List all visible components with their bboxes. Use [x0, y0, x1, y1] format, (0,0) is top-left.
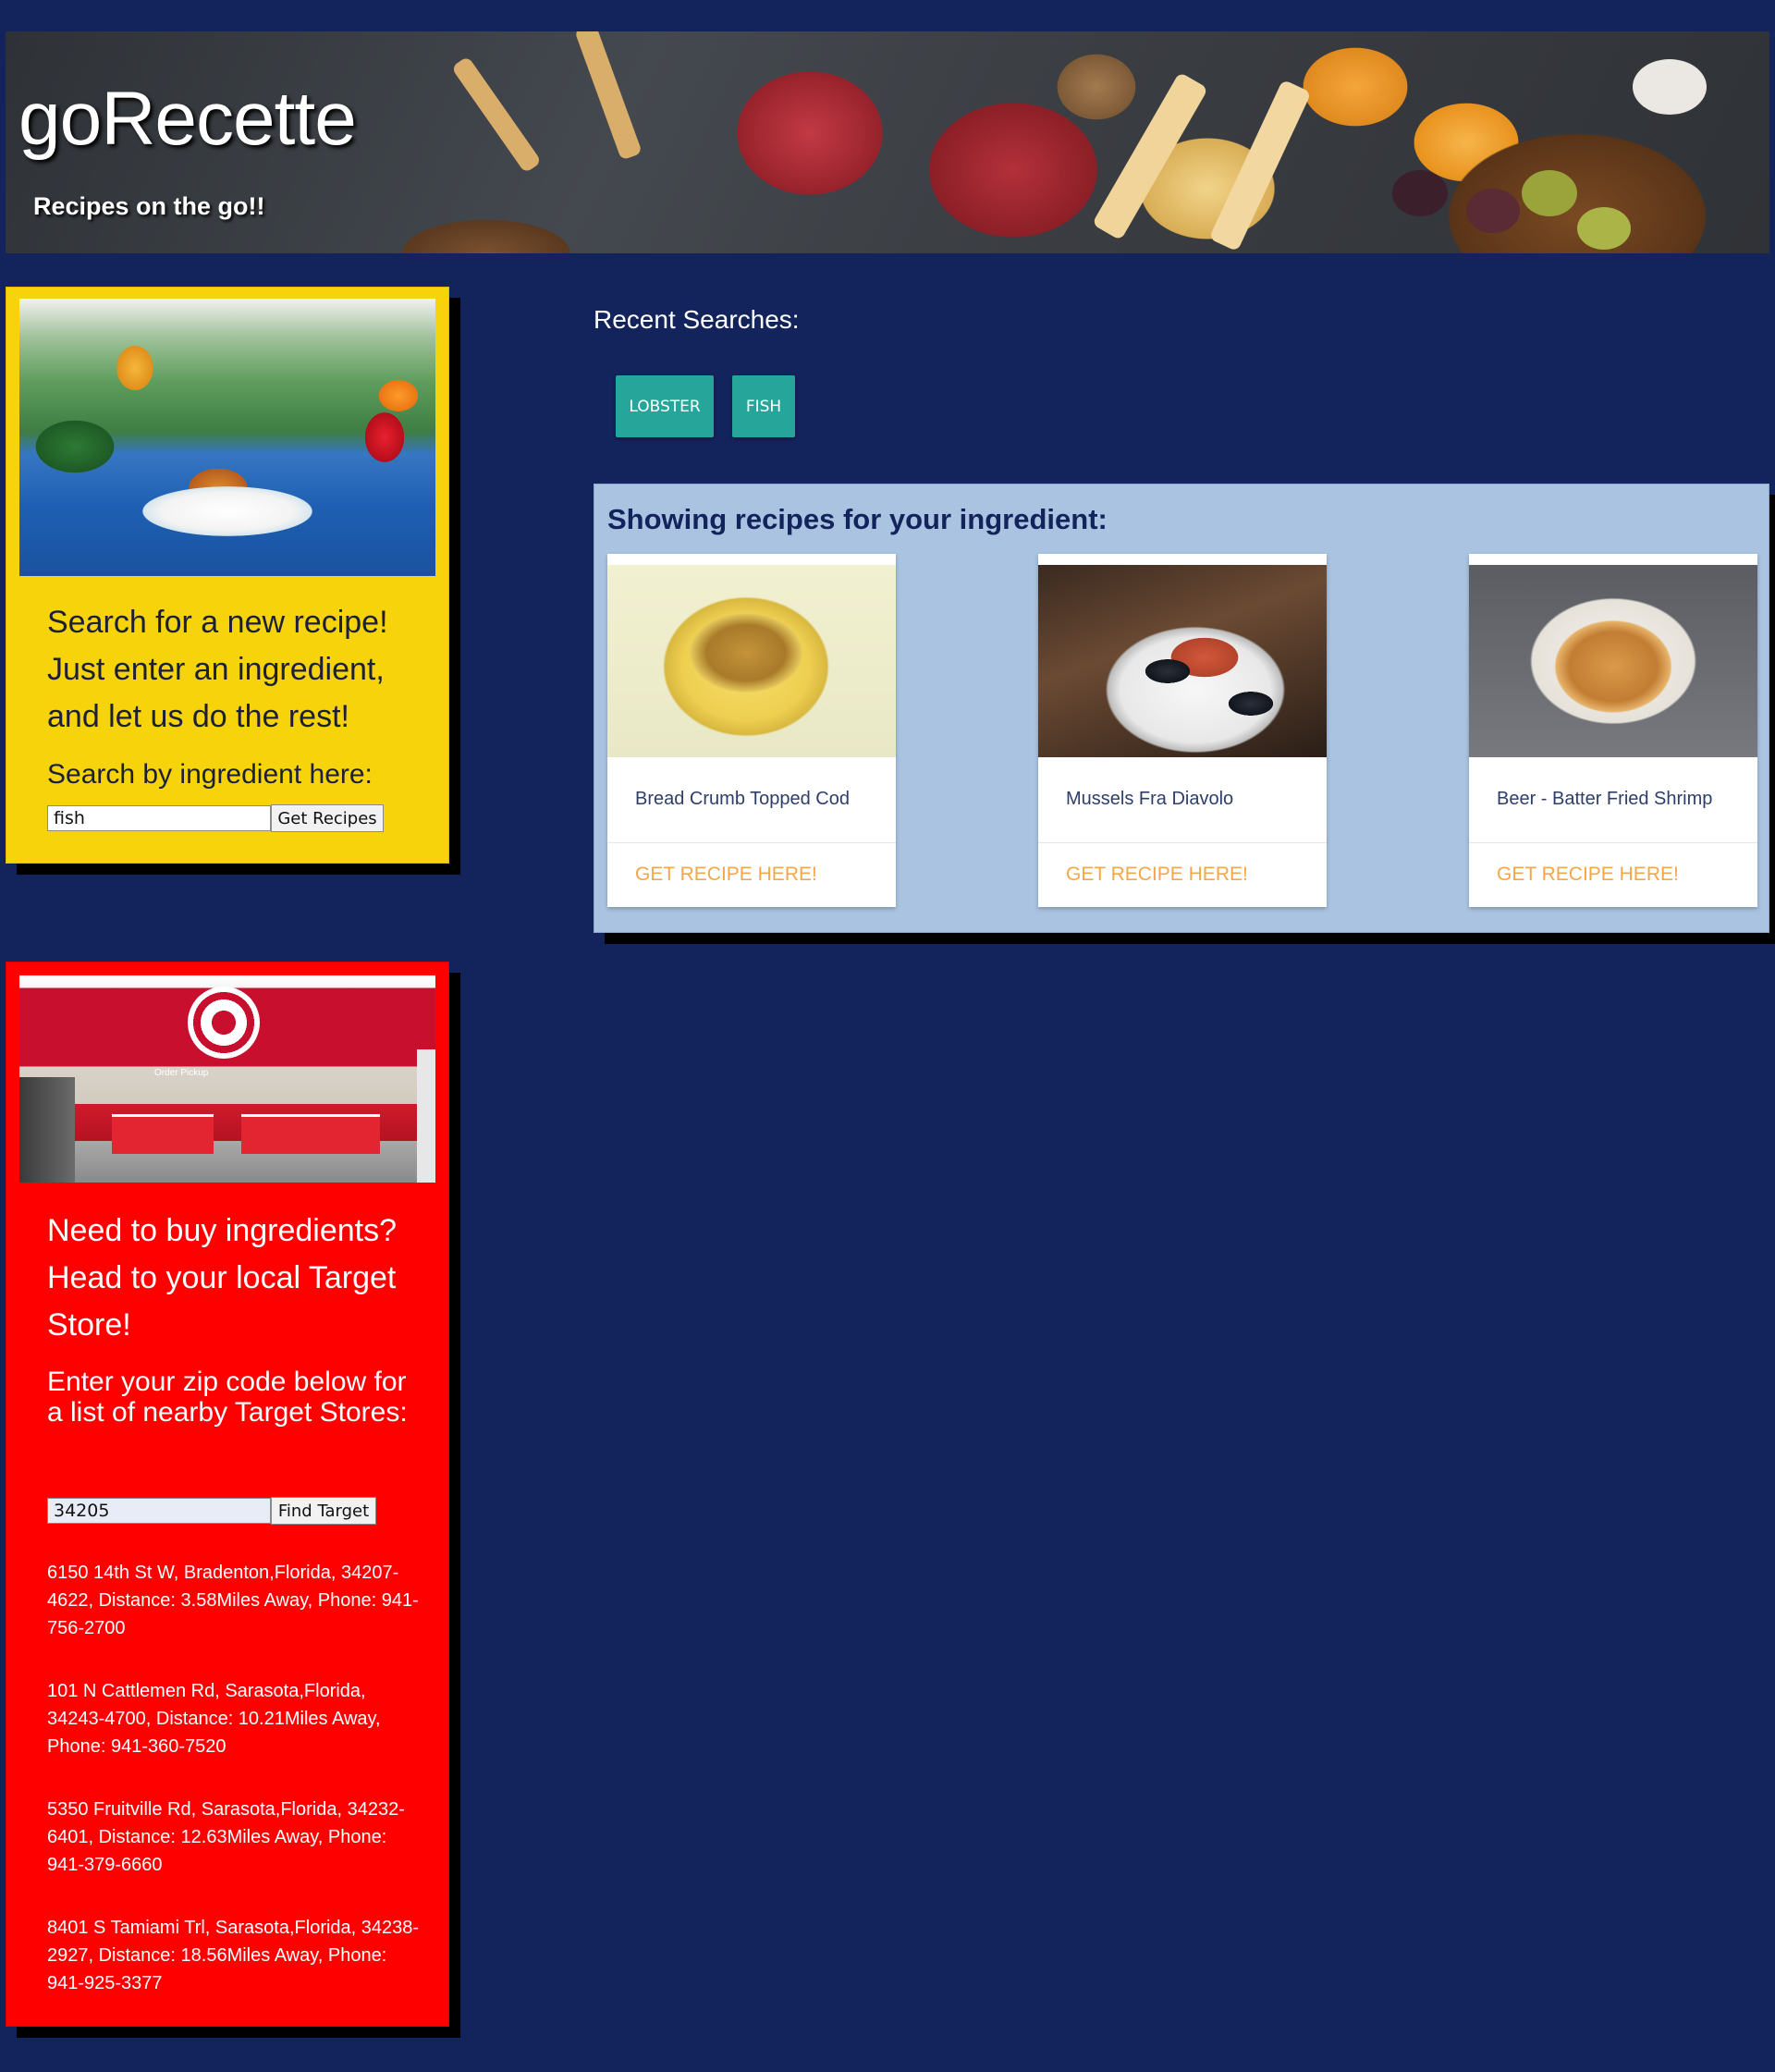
meal-photo	[19, 299, 435, 576]
banner-breadstick	[574, 31, 643, 161]
store-shelf	[417, 1049, 435, 1183]
recent-search-lobster-button[interactable]: LOBSTER	[616, 375, 714, 437]
pickup-counter	[112, 1114, 214, 1154]
get-recipe-link[interactable]: GET RECIPE HERE!	[1497, 864, 1679, 886]
target-subheading: Enter your zip code below for a list of …	[47, 1367, 408, 1428]
search-intro-text: Search for a new recipe! Just enter an i…	[47, 605, 388, 734]
card-divider	[1469, 842, 1757, 843]
store-list-item: 8401 S Tamiami Trl, Sarasota,Florida, 34…	[47, 1918, 420, 1993]
banner-olive	[1392, 170, 1448, 216]
card-divider	[1038, 842, 1327, 843]
recipe-name: Beer - Batter Fried Shrimp	[1497, 789, 1713, 809]
zip-code-input[interactable]	[47, 1498, 271, 1524]
recipe-card: Beer - Batter Fried Shrimp GET RECIPE HE…	[1469, 554, 1757, 907]
ingredient-search-input[interactable]	[47, 805, 271, 831]
target-store-card: Order Pickup Need to buy ingredients? He…	[6, 962, 449, 2027]
banner-olive	[1466, 189, 1520, 233]
target-heading: Need to buy ingredients? Head to your lo…	[47, 1213, 398, 1343]
banner-breadstick	[1208, 79, 1312, 252]
banner-breadstick	[1091, 71, 1209, 241]
header-banner: goRecette Recipes on the go!!	[6, 31, 1769, 253]
recipe-image	[1469, 565, 1757, 757]
store-list-item: 5350 Fruitville Rd, Sarasota,Florida, 34…	[47, 1799, 405, 1875]
target-store-photo: Order Pickup	[19, 975, 435, 1183]
store-list-item: 101 N Cattlemen Rd, Sarasota,Florida, 34…	[47, 1681, 381, 1757]
banner-olive	[1577, 207, 1631, 250]
store-shelf	[19, 1077, 75, 1183]
recipe-search-card: Search for a new recipe! Just enter an i…	[6, 287, 449, 864]
get-recipe-link[interactable]: GET RECIPE HERE!	[1066, 864, 1248, 886]
card-divider	[607, 842, 896, 843]
search-label: Search by ingredient here:	[47, 759, 373, 790]
recipe-name: Mussels Fra Diavolo	[1066, 789, 1234, 809]
recipe-card: Mussels Fra Diavolo GET RECIPE HERE!	[1038, 554, 1327, 907]
recipe-card: Bread Crumb Topped Cod GET RECIPE HERE!	[607, 554, 896, 907]
site-tagline: Recipes on the go!!	[33, 192, 265, 220]
recipe-image	[1038, 565, 1327, 757]
target-logo-icon	[188, 987, 260, 1059]
pickup-counter	[241, 1114, 380, 1154]
get-recipe-link[interactable]: GET RECIPE HERE!	[635, 864, 817, 886]
results-title: Showing recipes for your ingredient:	[607, 503, 1108, 535]
banner-olive	[1522, 170, 1577, 216]
store-list-item: 6150 14th St W, Bradenton,Florida, 34207…	[47, 1563, 419, 1638]
store-list: 6150 14th St W, Bradenton,Florida, 34207…	[47, 1559, 426, 2032]
order-pickup-sign: Order Pickup	[154, 1068, 209, 1078]
recipe-results-panel: Showing recipes for your ingredient: Bre…	[594, 484, 1769, 933]
find-target-button[interactable]: Find Target	[271, 1497, 376, 1525]
recent-searches-label: Recent Searches:	[594, 305, 800, 334]
banner-garlic	[1633, 59, 1707, 115]
recipe-name: Bread Crumb Topped Cod	[635, 789, 850, 809]
recent-search-fish-button[interactable]: FISH	[732, 375, 795, 437]
site-title: goRecette	[18, 77, 357, 161]
get-recipes-button[interactable]: Get Recipes	[271, 804, 384, 832]
recipe-image	[607, 565, 896, 757]
banner-breadstick	[450, 55, 543, 174]
